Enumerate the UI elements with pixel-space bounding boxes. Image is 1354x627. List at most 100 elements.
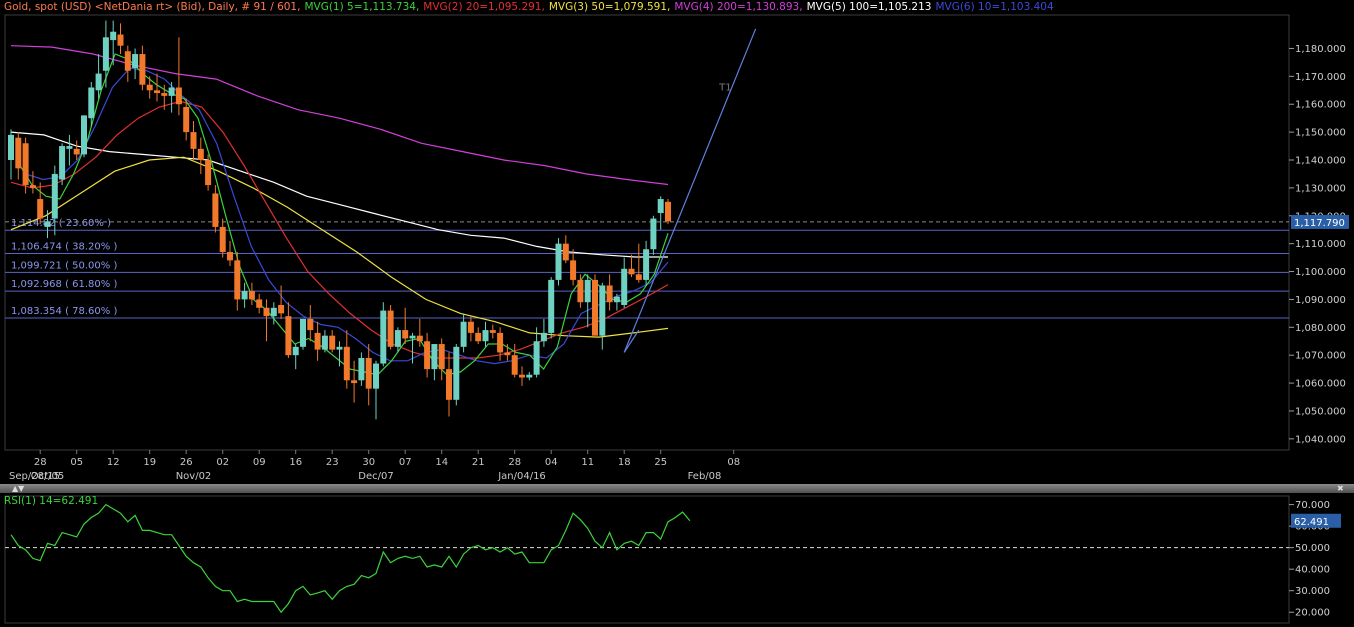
time-axis-day-label: 26: [180, 457, 193, 468]
trendline-label: T1: [718, 82, 731, 93]
candle-body: [29, 185, 36, 188]
candle-body: [635, 274, 642, 280]
price-axis-label: 1,080.000: [1295, 323, 1346, 334]
time-axis-period-label: Nov/02: [176, 471, 212, 482]
candle-body: [467, 321, 474, 333]
price-chart[interactable]: 1,040.000 1,050.000 1,060.000 1,070.000 1,08…: [0, 0, 1354, 484]
rsi-axis-label: 70.000: [1295, 500, 1330, 511]
candle-body: [394, 330, 401, 347]
time-axis-day-label: 18: [618, 457, 631, 468]
candle-body: [657, 199, 664, 213]
time-axis-day-label: 25: [654, 457, 667, 468]
candle-body: [132, 54, 139, 68]
candle-body: [59, 146, 66, 180]
price-axis-label: 1,090.000: [1295, 295, 1346, 306]
moving-average-line: [17, 53, 669, 376]
moving-average-line: [25, 67, 669, 365]
title-mvg5: MVG(5) 100=1,105.213: [806, 1, 932, 13]
candle-body: [489, 330, 496, 333]
candle-body: [234, 260, 241, 300]
time-axis-day-label: 11: [581, 457, 594, 468]
moving-average-line: [10, 45, 669, 186]
price-axis-label: 1,130.000: [1295, 183, 1346, 194]
title-mvg3: MVG(3) 50=1,079.591,: [548, 1, 671, 13]
time-axis-period-label: Dec/07: [358, 471, 393, 482]
time-axis-period-label: Jan/04/16: [497, 471, 546, 482]
title-mvg6: MVG(6) 10=1,103.404: [935, 1, 1054, 13]
chart-title-bar: Gold, spot (USD) <NetDania rt> (Bid), Da…: [4, 1, 1058, 13]
candle-body: [197, 148, 204, 160]
time-axis-period-label: Feb/08: [688, 471, 722, 482]
price-axis-label: 1,180.000: [1295, 44, 1346, 55]
price-axis-label: 1,070.000: [1295, 351, 1346, 362]
rsi-chart[interactable]: 20.00030.00040.00050.00060.00070.000RSI(…: [0, 492, 1354, 627]
candle-body: [22, 143, 29, 186]
candle-body: [584, 279, 591, 303]
candle-body: [219, 226, 226, 253]
candle-body: [81, 115, 87, 155]
candle-body: [599, 285, 606, 336]
candle-body: [497, 332, 504, 353]
candle-body: [300, 318, 306, 347]
candle-body: [424, 341, 431, 370]
candle-body: [15, 137, 22, 169]
rsi-line: [10, 503, 691, 614]
candle-body: [533, 341, 540, 375]
time-axis-day-label: 28: [34, 457, 47, 468]
fib-level-label: 1,099.721 ( 50.00% ): [11, 260, 117, 271]
fib-level-label: 1,092.968 ( 61.80% ): [11, 279, 117, 290]
candle-body: [387, 310, 394, 347]
candle-body: [175, 87, 182, 105]
candle-body: [51, 173, 58, 219]
rsi-plot-frame: [4, 495, 1290, 624]
candle-body: [621, 268, 628, 305]
candle-body: [643, 249, 650, 280]
candle-body: [307, 318, 314, 331]
rsi-axis-label: 40.000: [1295, 565, 1330, 576]
price-axis-label: 1,100.000: [1295, 267, 1346, 278]
price-axis-label: 1,150.000: [1295, 128, 1346, 139]
candle-body: [205, 160, 212, 186]
candle-body: [504, 352, 511, 356]
candle-body: [665, 201, 671, 222]
moving-average-line: [10, 100, 669, 359]
title-instrument: Gold, spot (USD) <NetDania rt> (Bid), Da…: [4, 1, 301, 13]
candle-body: [475, 332, 482, 342]
candle-body: [248, 291, 255, 300]
rsi-title: RSI(1) 14=62.491: [4, 495, 98, 507]
price-axis-label: 1,040.000: [1295, 434, 1346, 445]
candle-body: [212, 193, 219, 227]
trendline: [623, 28, 757, 353]
time-axis-day-label: 16: [289, 457, 302, 468]
candle-body: [161, 93, 168, 96]
candle-body: [190, 132, 197, 149]
time-axis-day-label: 19: [143, 457, 156, 468]
candle-body: [124, 51, 131, 71]
price-axis-label: 1,050.000: [1295, 406, 1346, 417]
candle-body: [227, 252, 233, 261]
fib-level-label: 1,106.474 ( 38.20% ): [11, 241, 117, 252]
candle-body: [438, 344, 445, 370]
candle-body: [519, 374, 525, 378]
candle-body: [263, 307, 270, 317]
candle-body: [292, 346, 299, 356]
candle-body: [329, 335, 336, 350]
candle-body: [548, 279, 555, 333]
candle-body: [154, 90, 160, 94]
time-axis-day-label: 07: [399, 457, 412, 468]
candle-body: [358, 357, 365, 381]
candle-body: [446, 369, 452, 400]
candle-body: [110, 31, 117, 41]
rsi-axis-label: 20.000: [1295, 608, 1330, 619]
candle-body: [8, 134, 14, 160]
time-axis-period-label: Oct/05: [31, 471, 64, 482]
candle-body: [577, 279, 584, 303]
candle-body: [256, 299, 263, 308]
candle-body: [37, 199, 44, 219]
rsi-last-value: 62.491: [1294, 517, 1329, 528]
candle-body: [402, 330, 409, 339]
time-axis-day-label: 23: [326, 457, 339, 468]
title-mvg2: MVG(2) 20=1,095.291,: [423, 1, 545, 13]
time-axis-day-label: 28: [508, 457, 521, 468]
candle-body: [431, 344, 438, 370]
